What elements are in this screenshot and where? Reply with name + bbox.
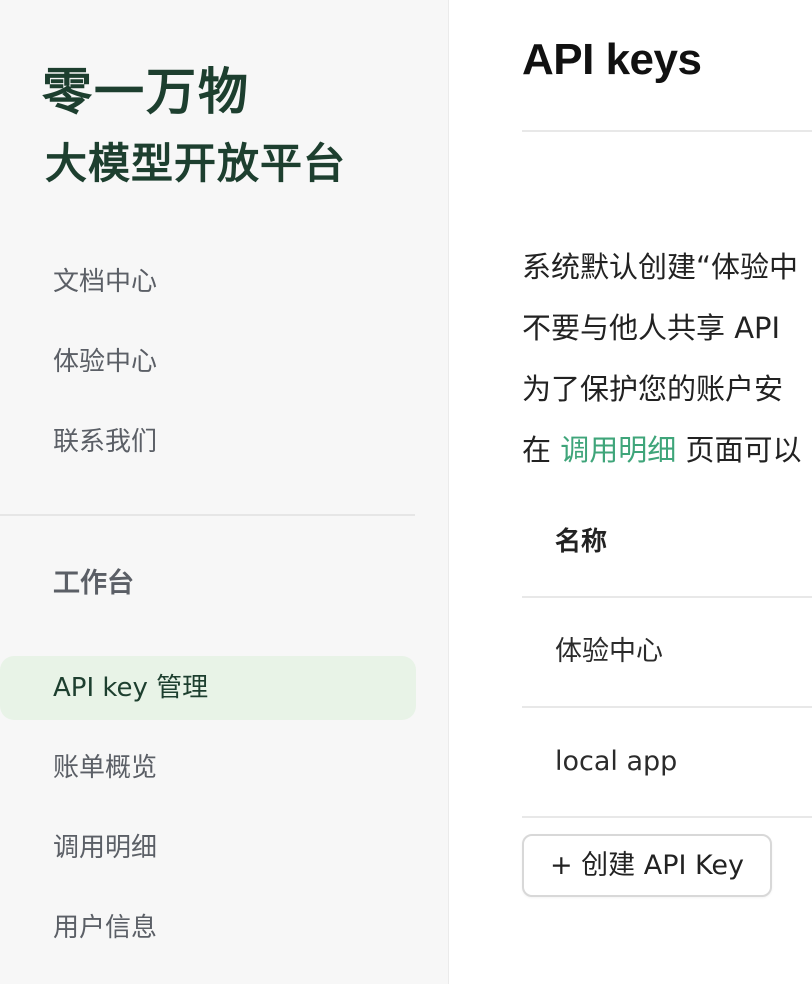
brand-subtitle: 大模型开放平台 — [45, 139, 347, 188]
table-header-name: 名称 — [555, 527, 608, 557]
sidebar-divider — [0, 514, 415, 516]
sidebar: 零一万物 大模型开放平台 文档中心 体验中心 联系我们 工作台 API key … — [0, 0, 449, 984]
info-paragraph-4: 在 调用明细 页面可以 — [522, 431, 801, 469]
create-api-key-button[interactable]: + 创建 API Key — [522, 834, 772, 897]
sidebar-item-playground[interactable]: 体验中心 — [53, 344, 157, 380]
info-paragraph-2: 不要与他人共享 API — [522, 311, 781, 345]
sidebar-item-docs[interactable]: 文档中心 — [53, 264, 157, 300]
info-paragraph-1: 系统默认创建“体验中 — [522, 250, 799, 284]
table-row-name: local app — [555, 746, 678, 777]
table-row-divider — [522, 596, 812, 598]
info-paragraph-3: 为了保护您的账户安 — [522, 372, 784, 406]
sidebar-item-api-keys[interactable]: API key 管理 — [53, 670, 208, 706]
info-paragraph-4-prefix: 在 — [522, 433, 561, 467]
page-title: API keys — [522, 35, 702, 84]
sidebar-item-usage[interactable]: 调用明细 — [53, 830, 157, 866]
table-row-divider — [522, 816, 812, 818]
usage-details-link[interactable]: 调用明细 — [560, 433, 676, 467]
title-divider — [522, 130, 812, 132]
sidebar-item-contact[interactable]: 联系我们 — [53, 424, 157, 460]
table-row-divider — [522, 706, 812, 708]
sidebar-section-workbench: 工作台 — [53, 568, 134, 599]
sidebar-item-user-info[interactable]: 用户信息 — [53, 910, 157, 946]
sidebar-item-billing[interactable]: 账单概览 — [53, 750, 157, 786]
info-paragraph-4-suffix: 页面可以 — [676, 433, 802, 467]
table-row-name: 体验中心 — [555, 636, 663, 667]
brand-name[interactable]: 零一万物 — [42, 60, 250, 124]
